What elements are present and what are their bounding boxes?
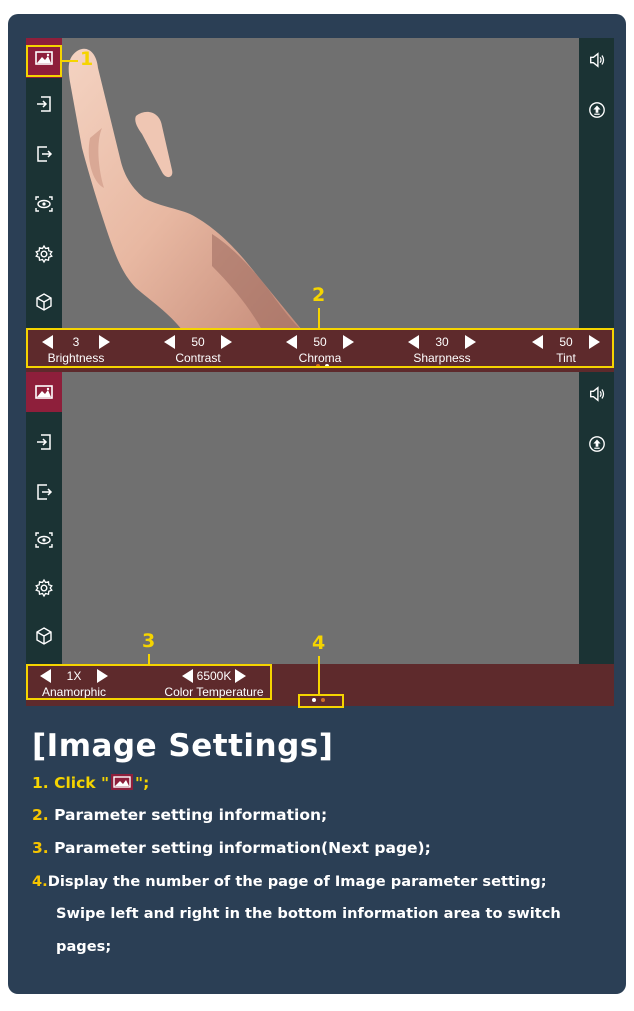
volume-button[interactable] [579,376,614,412]
upload-button[interactable] [579,92,614,128]
3d-button[interactable] [26,616,62,656]
step-number: 2. [32,806,49,824]
speaker-icon [589,52,604,68]
exit-icon [37,146,53,162]
highlight-box-4 [298,694,344,708]
step-2: 2. Parameter setting information; [32,806,327,824]
step-4-line-2: Swipe left and right in the bottom infor… [56,905,561,922]
3d-button[interactable] [26,282,62,322]
settings-button[interactable] [26,568,62,608]
upload-icon [588,436,605,452]
callout-label-4: 4 [312,632,326,654]
upload-button[interactable] [579,426,614,462]
volume-button[interactable] [579,42,614,78]
step-1-suffix: "; [135,774,150,792]
input-source-button[interactable] [26,84,62,124]
input-icon [37,434,51,450]
exit-button[interactable] [26,134,62,174]
callout-line-4 [318,656,320,696]
cube-icon [36,627,52,645]
step-text: Display the number of the page of Image … [47,873,547,890]
eye-icon [35,532,53,548]
callout-line-3 [148,654,150,664]
settings-button[interactable] [26,234,62,274]
step-3: 3. Parameter setting information(Next pa… [32,839,431,857]
step-1: 1. Click " "; [32,774,149,792]
step-number: 3. [32,839,49,857]
step-number: 4. [32,873,48,890]
screen-page-1: 3 Brightness 50 Contrast 50 Chroma 30 Sh… [26,38,614,376]
gear-icon [35,578,53,598]
cube-icon [36,293,52,311]
callout-label-1: 1 [80,48,94,70]
screen-page-2: 1X Anamorphic 6500K Color Temperature 3 … [26,372,614,710]
exit-icon [37,484,53,500]
callout-label-3: 3 [142,630,156,652]
highlight-box-2 [26,328,614,368]
input-source-button[interactable] [26,422,62,462]
input-icon [37,96,51,112]
callout-label-2: 2 [312,284,326,306]
highlight-box-1 [26,45,62,77]
left-sidebar [26,38,62,330]
video-stage [62,372,579,664]
left-sidebar [26,372,62,664]
eye-protect-button[interactable] [26,520,62,560]
step-4: 4.Display the number of the page of Imag… [32,873,547,890]
step-text: Parameter setting information; [54,806,328,824]
step-1-prefix: 1. Click " [32,774,110,792]
section-heading: [Image Settings] [32,728,334,764]
upload-icon [588,102,605,118]
tutorial-card: 3 Brightness 50 Contrast 50 Chroma 30 Sh… [8,14,626,994]
callout-line-1 [62,60,78,62]
image-icon [111,774,134,790]
eye-protect-button[interactable] [26,184,62,224]
highlight-box-3 [26,664,272,700]
right-sidebar [579,38,614,330]
eye-icon [35,196,53,212]
right-sidebar [579,372,614,664]
step-text: Parameter setting information(Next page)… [54,839,431,857]
speaker-icon [589,386,604,402]
image-icon [35,385,53,399]
exit-button[interactable] [26,472,62,512]
callout-line-2 [318,308,320,328]
image-settings-button[interactable] [26,372,62,412]
gear-icon [35,244,53,264]
step-4-line-3: pages; [56,938,112,955]
